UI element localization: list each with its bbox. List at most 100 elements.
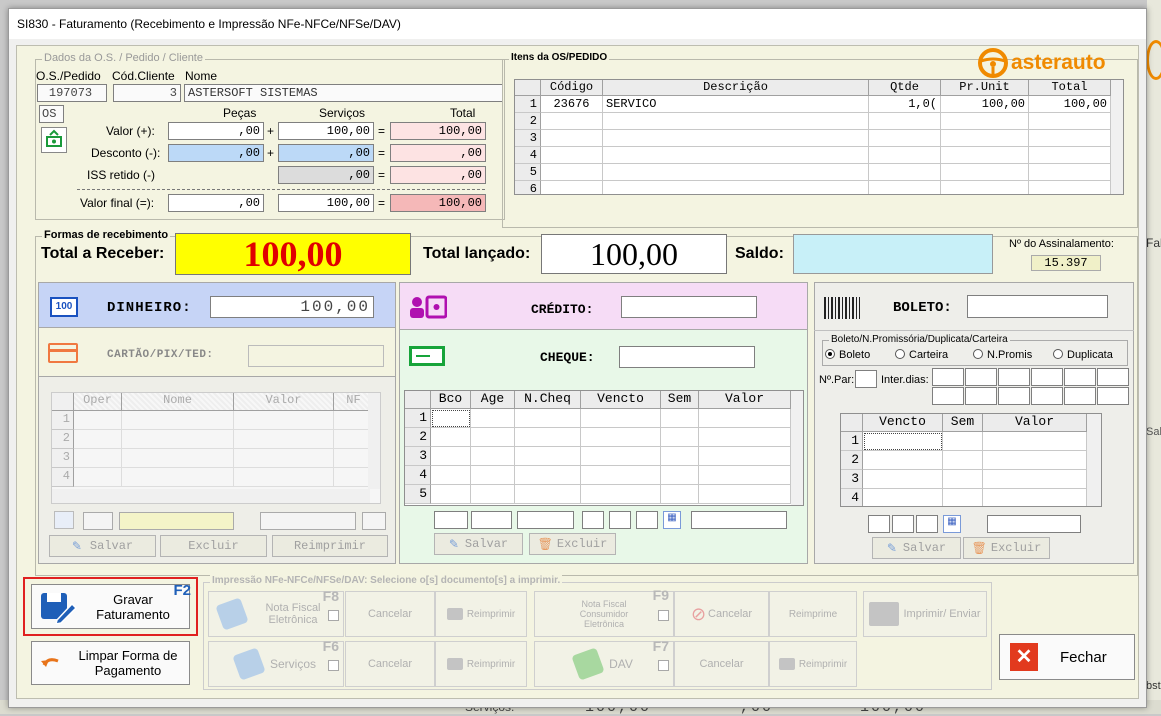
cheque-cell[interactable] [431, 428, 471, 447]
boleto-excluir-button[interactable]: 🗑 Excluir [963, 537, 1050, 559]
cheque-cell[interactable] [661, 485, 699, 504]
dinheiro-salvar-button[interactable]: ✎ Salvar [49, 535, 156, 557]
cartao-oper-field[interactable] [83, 512, 113, 530]
boleto-cell[interactable] [943, 470, 983, 489]
boleto-cell[interactable] [943, 432, 983, 451]
cartao-valor-field[interactable] [260, 512, 356, 530]
cheque-cell[interactable] [699, 409, 791, 428]
cheque-excluir-button[interactable]: 🗑 Excluir [529, 533, 616, 555]
credito-field[interactable] [621, 296, 757, 318]
itens-cell[interactable] [541, 147, 603, 164]
inter-dias-field[interactable] [998, 387, 1030, 405]
itens-grid[interactable]: Código Descrição Qtde Pr.Unit Total 1 23676 SER… [514, 79, 1124, 195]
itens-cell[interactable] [869, 130, 941, 147]
cheque-scrollbar[interactable] [791, 391, 803, 505]
os-pedido-field[interactable]: 197073 [37, 84, 107, 102]
calendar-icon[interactable]: ▦ [943, 515, 961, 533]
inter-dias-field[interactable] [1097, 368, 1129, 386]
boleto-cell[interactable] [863, 470, 943, 489]
cod-cliente-field[interactable]: 3 [113, 84, 181, 102]
valor-servicos-field[interactable]: 100,00 [278, 122, 374, 140]
cheque-cell[interactable] [699, 466, 791, 485]
boleto-cell[interactable] [983, 489, 1087, 506]
cheque-cell[interactable] [431, 409, 471, 428]
cheque-cell[interactable] [431, 447, 471, 466]
itens-cell[interactable] [541, 113, 603, 130]
itens-cell[interactable]: 100,00 [1029, 96, 1111, 113]
cheque-vencto-m[interactable] [609, 511, 631, 529]
desconto-pecas-field[interactable]: ,00 [168, 144, 264, 162]
npar-field[interactable] [855, 370, 877, 388]
cheque-bco-field[interactable] [434, 511, 468, 529]
boleto-vencto-d[interactable] [868, 515, 890, 533]
inter-dias-field[interactable] [932, 368, 964, 386]
boleto-cell[interactable] [863, 489, 943, 506]
dav-button[interactable]: DAV F7 [534, 639, 674, 687]
cartao-hscroll[interactable] [52, 489, 370, 503]
radio-button[interactable] [973, 349, 983, 359]
boleto-option-duplicata[interactable]: Duplicata [1053, 349, 1113, 361]
dav-cancelar-button[interactable]: Cancelar [674, 641, 769, 687]
cheque-cell[interactable] [581, 466, 661, 485]
limpar-forma-button[interactable]: Limpar Forma de Pagamento [31, 641, 190, 685]
servicos-cancelar-button[interactable]: Cancelar [345, 641, 435, 687]
inter-dias-field[interactable] [932, 387, 964, 405]
itens-cell[interactable] [941, 130, 1029, 147]
itens-scrollbar[interactable] [1111, 80, 1123, 194]
cheque-cell[interactable] [661, 428, 699, 447]
boleto-cell[interactable] [983, 432, 1087, 451]
cartao-cell[interactable] [122, 430, 234, 449]
cheque-cell[interactable] [471, 447, 515, 466]
itens-cell[interactable] [1029, 130, 1111, 147]
boleto-cell[interactable] [943, 451, 983, 470]
nfce-button[interactable]: Nota Fiscal Consumidor Eletrônica F9 [534, 588, 674, 637]
nfce-button-checkbox[interactable] [658, 610, 669, 621]
servicos-button[interactable]: Serviços F6 [208, 639, 344, 687]
itens-cell[interactable] [1029, 164, 1111, 181]
cheque-cell[interactable] [699, 428, 791, 447]
calendar-icon[interactable]: ▦ [663, 511, 681, 529]
itens-cell[interactable] [941, 113, 1029, 130]
dinheiro-field[interactable]: 100,00 [210, 296, 374, 318]
cheque-field[interactable] [619, 346, 755, 368]
itens-cell[interactable] [541, 164, 603, 181]
itens-cell[interactable] [1029, 113, 1111, 130]
itens-cell[interactable] [603, 113, 869, 130]
itens-cell[interactable] [941, 181, 1029, 194]
cartao-cell[interactable] [234, 430, 334, 449]
inter-dias-field[interactable] [1097, 387, 1129, 405]
radio-button[interactable] [895, 349, 905, 359]
cheque-cell[interactable] [471, 485, 515, 504]
cheque-vencto-y[interactable] [636, 511, 658, 529]
boleto-cell[interactable] [983, 451, 1087, 470]
boleto-cell[interactable] [943, 489, 983, 506]
itens-cell[interactable] [603, 164, 869, 181]
cheque-grid[interactable]: Bco Age N.Cheq Vencto Sem Valor 1 2 3 4 5 [404, 390, 804, 506]
itens-cell[interactable] [541, 181, 603, 194]
cheque-cell[interactable] [515, 428, 581, 447]
servicos-reimprimir-button[interactable]: Reimprimir [435, 641, 527, 687]
boleto-vscroll[interactable] [1087, 414, 1101, 506]
cheque-salvar-button[interactable]: ✎ Salvar [434, 533, 523, 555]
boleto-option-carteira[interactable]: Carteira [895, 349, 948, 361]
search-list-icon[interactable] [54, 511, 74, 529]
boleto-option-npromis[interactable]: N.Promis [973, 349, 1032, 361]
cheque-cell[interactable] [699, 447, 791, 466]
cheque-cell[interactable] [515, 409, 581, 428]
nfe-reimprimir-button[interactable]: Reimprimir [435, 591, 527, 637]
dav-button-checkbox[interactable] [658, 660, 669, 671]
itens-cell[interactable]: 100,00 [941, 96, 1029, 113]
cheque-valor-field[interactable] [691, 511, 787, 529]
cheque-cell[interactable] [471, 466, 515, 485]
nfce-cancelar-button[interactable]: ⊘ Cancelar [674, 591, 769, 637]
nfe-button-checkbox[interactable] [328, 610, 339, 621]
cartao-cell[interactable] [122, 468, 234, 487]
cheque-cell[interactable] [661, 447, 699, 466]
nfe-button[interactable]: Nota Fiscal Eletrônica F8 [208, 589, 344, 637]
cheque-cell[interactable] [661, 409, 699, 428]
fechar-button[interactable]: ✕ Fechar [999, 634, 1135, 680]
inter-dias-field[interactable] [998, 368, 1030, 386]
dinheiro-reimprimir-button[interactable]: Reimprimir [272, 535, 388, 557]
boleto-vencto-m[interactable] [892, 515, 914, 533]
radio-button[interactable] [825, 349, 835, 359]
